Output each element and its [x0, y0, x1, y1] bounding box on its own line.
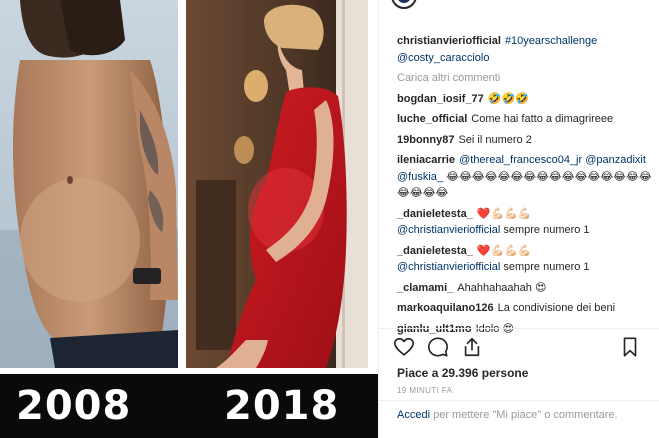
- comment-item: luche_official Come hai fatto a dimagrire…: [397, 111, 655, 128]
- comment-item: _danieletesta_ ❤️💪🏻💪🏻💪🏻 @christianvieriof…: [397, 243, 655, 276]
- post-image-collage[interactable]: 2008 2018: [0, 0, 378, 438]
- post-caption: christianvieriofficial #10yearschallenge: [397, 33, 655, 50]
- woman-portrait-illustration: [186, 0, 368, 368]
- login-prompt: Accedi per mettere "Mi piace" o commenta…: [397, 408, 637, 423]
- post-timestamp: 19 MINUTI FA: [397, 386, 453, 395]
- login-divider: [379, 400, 659, 401]
- comment-username[interactable]: bogdan_iosif_77: [397, 93, 484, 105]
- comment-text: sempre numero 1: [503, 261, 590, 273]
- comment-item: ileniacarrie @thereal_francesco04_jr @pan…: [397, 152, 655, 202]
- comment-text: Ahahhahaahah: [457, 281, 532, 294]
- post-actions-bar: [393, 336, 653, 362]
- comment-username[interactable]: markoaquilano126: [397, 302, 494, 314]
- author-avatar[interactable]: [391, 0, 417, 9]
- bookmark-icon[interactable]: [619, 336, 643, 360]
- photo-2018: [186, 0, 368, 368]
- comment-username[interactable]: ileniacarrie: [397, 154, 455, 166]
- load-more-comments-link[interactable]: Carica altri commenti: [397, 70, 655, 87]
- comment-item: markoaquilano126 La condivisione dei beni: [397, 300, 655, 317]
- comment-username[interactable]: _danieletesta_: [397, 208, 473, 220]
- comment-emoji: ❤️💪🏻💪🏻💪🏻: [476, 243, 532, 257]
- comments-list: christianvieriofficial #10yearschallenge …: [397, 33, 655, 337]
- comment-text: sempre numero 1: [503, 224, 590, 236]
- comment-emoji: ❤️💪🏻💪🏻💪🏻: [476, 206, 532, 220]
- photo-2008: [0, 0, 178, 368]
- comment-mention[interactable]: @panzadixit: [585, 154, 646, 166]
- comment-text: Sei il numero 2: [458, 133, 532, 146]
- share-upload-icon[interactable]: [461, 336, 485, 360]
- speech-bubble-icon[interactable]: [427, 336, 451, 360]
- comment-item: _clamami_ Ahahhahaahah 😍: [397, 280, 655, 297]
- comment-text: 🤣🤣🤣: [487, 91, 529, 105]
- comment-item: _danieletesta_ ❤️💪🏻💪🏻💪🏻 @christianvieriof…: [397, 206, 655, 239]
- man-portrait-illustration: [0, 0, 178, 368]
- comment-item: bogdan_iosif_77 🤣🤣🤣: [397, 91, 655, 108]
- comment-mention[interactable]: @fuskia_: [397, 171, 443, 183]
- comment-text: Come hai fatto a dimagrireee: [471, 113, 614, 125]
- post-details-panel: christianvieriofficial #10yearschallenge …: [378, 0, 659, 438]
- post-caption-line2: @costy_caracciolo: [397, 50, 655, 67]
- likes-count[interactable]: Piace a 29.396 persone: [397, 366, 528, 380]
- login-prompt-text: per mettere "Mi piace" o commentare.: [430, 409, 618, 421]
- author-username[interactable]: christianvieriofficial: [397, 35, 501, 47]
- comment-mention[interactable]: @christianvieriofficial: [397, 224, 500, 236]
- comment-username[interactable]: _danieletesta_: [397, 245, 473, 257]
- login-link[interactable]: Accedi: [397, 409, 430, 421]
- comment-item: 19bonny87 Sei il numero 2: [397, 132, 655, 149]
- year-label-2008: 2008: [16, 383, 132, 429]
- heart-outline-icon[interactable]: [393, 336, 417, 360]
- comment-emoji: 😍: [534, 280, 547, 294]
- comment-text: La condivisione dei beni: [497, 302, 616, 314]
- instagram-post-view: 2008 2018 christianvieriofficial #10years…: [0, 0, 659, 438]
- actions-divider: [379, 328, 659, 329]
- caption-hashtag[interactable]: #10yearschallenge: [505, 35, 597, 47]
- caption-mention[interactable]: @costy_caracciolo: [397, 52, 489, 64]
- comment-username[interactable]: 19bonny87: [397, 134, 454, 146]
- comment-username[interactable]: luche_official: [397, 113, 467, 125]
- comment-mention[interactable]: @thereal_francesco04_jr: [459, 154, 582, 166]
- comment-mention[interactable]: @christianvieriofficial: [397, 261, 500, 273]
- comment-username[interactable]: _clamami_: [397, 282, 453, 294]
- year-label-2018: 2018: [224, 383, 340, 429]
